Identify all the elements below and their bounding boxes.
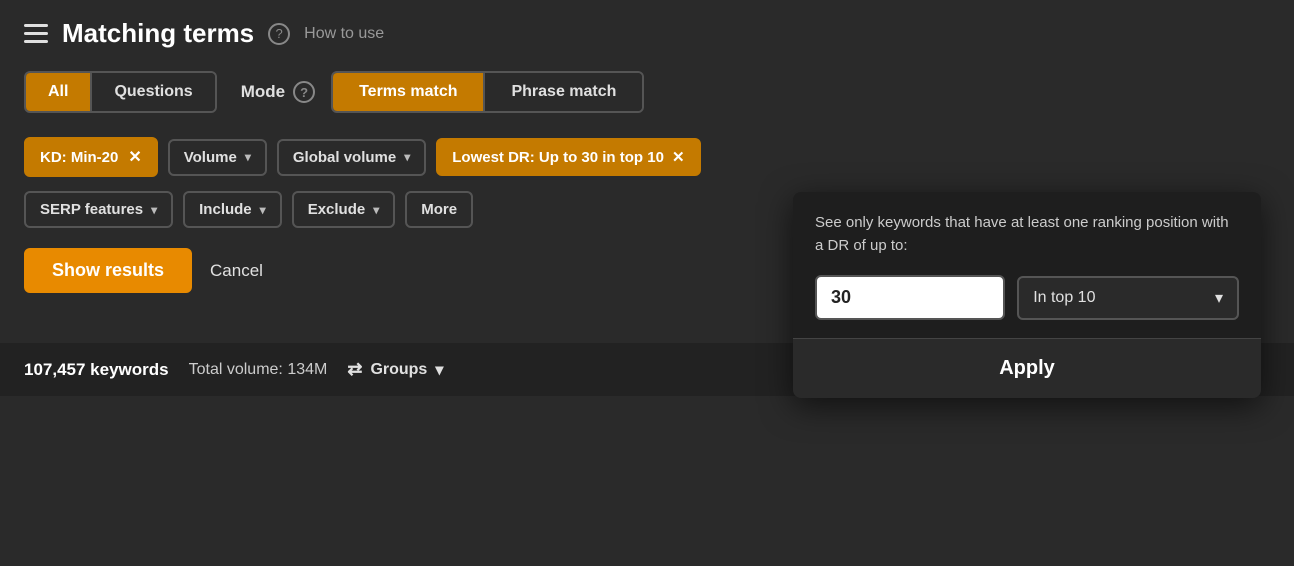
tab-questions[interactable]: Questions [92,73,214,111]
volume-filter-chip[interactable]: Volume ▾ [168,139,267,176]
groups-icon: ⇄ [347,359,362,380]
dr-popup: See only keywords that have at least one… [793,192,1261,398]
tab-terms-match[interactable]: Terms match [333,73,485,111]
kd-filter-chip[interactable]: KD: Min-20 ✕ [24,137,158,177]
mode-label: Mode ? [241,81,315,103]
lowest-dr-filter-chip[interactable]: Lowest DR: Up to 30 in top 10 ✕ [436,138,700,176]
in-top-select[interactable]: In top 10 ▾ [1017,276,1239,320]
exclude-label: Exclude [308,201,366,218]
global-volume-arrow-icon: ▾ [404,150,410,164]
in-top-arrow-icon: ▾ [1215,288,1223,308]
cancel-button[interactable]: Cancel [210,261,263,281]
exclude-arrow-icon: ▾ [373,203,379,217]
dr-value-input[interactable] [815,275,1005,320]
popup-input-row: In top 10 ▾ [815,275,1239,320]
serp-features-label: SERP features [40,201,143,218]
help-icon[interactable]: ? [268,23,290,45]
header: Matching terms ? How to use [24,18,1270,49]
total-volume: Total volume: 134M [189,361,328,379]
hamburger-icon[interactable] [24,24,48,43]
volume-arrow-icon: ▾ [245,150,251,164]
show-results-button[interactable]: Show results [24,248,192,293]
groups-arrow-icon: ▾ [435,360,443,380]
include-arrow-icon: ▾ [260,203,266,217]
apply-button[interactable]: Apply [793,338,1261,398]
more-chip[interactable]: More [405,191,473,228]
mode-help-icon[interactable]: ? [293,81,315,103]
lowest-dr-label: Lowest DR: Up to 30 in top 10 [452,149,664,166]
more-label: More [421,201,457,218]
popup-description: See only keywords that have at least one… [815,212,1239,257]
tab-bar: All Questions Mode ? Terms match Phrase … [24,71,1270,113]
tab-phrase-match[interactable]: Phrase match [485,73,642,111]
serp-features-arrow-icon: ▾ [151,203,157,217]
kd-close-icon[interactable]: ✕ [128,147,141,167]
how-to-use-link[interactable]: How to use [304,25,384,43]
global-volume-filter-chip[interactable]: Global volume ▾ [277,139,426,176]
lowest-dr-close-icon[interactable]: ✕ [672,148,685,166]
groups-label: Groups [370,361,427,379]
kd-label: KD: Min-20 [40,149,118,166]
global-volume-label: Global volume [293,149,396,166]
serp-features-chip[interactable]: SERP features ▾ [24,191,173,228]
view-tab-group: All Questions [24,71,217,113]
volume-label: Volume [184,149,237,166]
groups-button[interactable]: ⇄ Groups ▾ [347,359,443,380]
in-top-label: In top 10 [1033,289,1095,307]
exclude-chip[interactable]: Exclude ▾ [292,191,396,228]
page-title: Matching terms [62,18,254,49]
tab-all[interactable]: All [26,73,92,111]
include-label: Include [199,201,252,218]
keywords-count: 107,457 keywords [24,360,169,380]
filter-row-1: KD: Min-20 ✕ Volume ▾ Global volume ▾ Lo… [24,137,1270,177]
include-chip[interactable]: Include ▾ [183,191,282,228]
mode-tab-group: Terms match Phrase match [331,71,644,113]
